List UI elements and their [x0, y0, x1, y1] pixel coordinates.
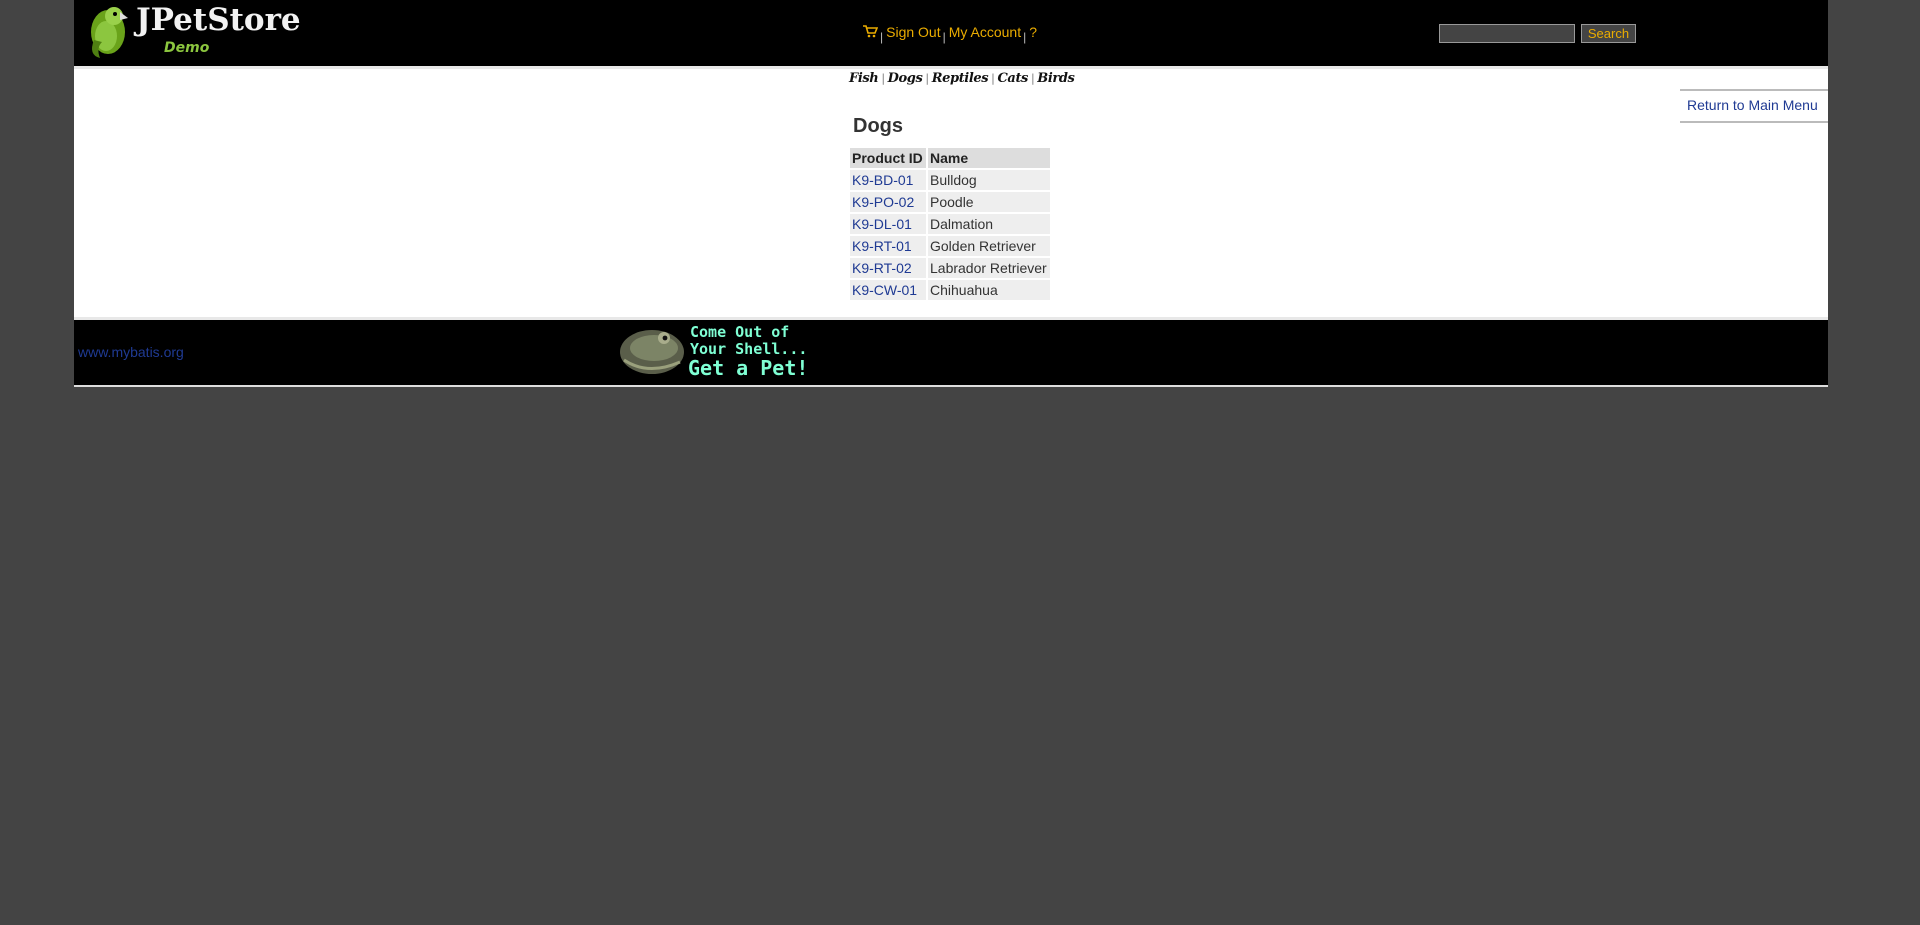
banner-line-3: Get a Pet!	[688, 356, 808, 380]
product-id-link[interactable]: K9-RT-02	[852, 260, 912, 276]
table-header-row: Product ID Name	[850, 148, 1050, 168]
table-row: K9-CW-01 Chihuahua	[850, 280, 1050, 300]
quicklink-dogs[interactable]: Dogs	[888, 71, 923, 86]
product-id-cell: K9-PO-02	[850, 192, 926, 212]
catalog: Dogs Product ID Name K9-BD-01 Bulldog K9…	[850, 115, 1052, 302]
menu-separator: |	[880, 30, 884, 44]
cart-icon	[863, 24, 879, 38]
table-row: K9-BD-01 Bulldog	[850, 170, 1050, 190]
product-table: Product ID Name K9-BD-01 Bulldog K9-PO-0…	[848, 146, 1052, 302]
mybatis-link[interactable]: www.mybatis.org	[78, 344, 184, 360]
product-id-cell: K9-CW-01	[850, 280, 926, 300]
quicklink-separator: |	[1030, 72, 1035, 85]
logo-text: JPetStore	[133, 2, 301, 38]
search-button[interactable]: Search	[1580, 24, 1637, 43]
product-name-cell: Golden Retriever	[928, 236, 1050, 256]
product-id-link[interactable]: K9-DL-01	[852, 216, 912, 232]
product-name-cell: Labrador Retriever	[928, 258, 1050, 278]
quicklink-separator: |	[991, 72, 995, 85]
column-header-product-id: Product ID	[850, 148, 926, 168]
header-menu: | Sign Out | My Account |?	[862, 24, 1037, 44]
quicklink-separator: |	[881, 72, 885, 85]
quicklink-cats[interactable]: Cats	[997, 71, 1028, 86]
product-name-cell: Dalmation	[928, 214, 1050, 234]
menu-separator: |	[1023, 30, 1027, 44]
page: JPetStore Demo | Sign Out | My Account |? Se…	[74, 0, 1828, 387]
category-title: Dogs	[853, 115, 903, 137]
menu-separator: |	[942, 30, 946, 44]
search-input[interactable]	[1439, 24, 1575, 43]
logo-subtext: Demo	[164, 40, 210, 56]
header: JPetStore Demo | Sign Out | My Account |? Se…	[74, 0, 1828, 69]
help-link[interactable]: ?	[1029, 24, 1037, 40]
product-name-cell: Poodle	[928, 192, 1050, 212]
content: Fish | Dogs | Reptiles | Cats | Birds Return to …	[74, 69, 1828, 317]
table-row: K9-RT-01 Golden Retriever	[850, 236, 1050, 256]
search-form: Search	[1439, 24, 1637, 43]
parrot-logo-icon: JPetStore Demo	[91, 2, 301, 58]
my-account-link[interactable]: My Account	[949, 24, 1021, 40]
product-name-cell: Chihuahua	[928, 280, 1050, 300]
frog-banner-icon: Come Out of Your Shell... Get a Pet!	[620, 323, 808, 380]
quicklink-fish[interactable]: Fish	[849, 71, 879, 86]
product-id-cell: K9-DL-01	[850, 214, 926, 234]
table-row: K9-RT-02 Labrador Retriever	[850, 258, 1050, 278]
quicklink-birds[interactable]: Birds	[1037, 71, 1075, 86]
table-row: K9-PO-02 Poodle	[850, 192, 1050, 212]
quicklinks: Fish | Dogs | Reptiles | Cats | Birds	[849, 71, 1075, 86]
product-id-cell: K9-RT-02	[850, 258, 926, 278]
product-id-cell: K9-RT-01	[850, 236, 926, 256]
product-id-link[interactable]: K9-CW-01	[852, 282, 917, 298]
quicklink-reptiles[interactable]: Reptiles	[932, 71, 989, 86]
product-id-cell: K9-BD-01	[850, 170, 926, 190]
back-link-box: Return to Main Menu	[1680, 89, 1828, 123]
logo-link[interactable]: JPetStore Demo	[84, 0, 304, 62]
column-header-name: Name	[928, 148, 1050, 168]
quicklink-separator: |	[925, 72, 929, 85]
footer: www.mybatis.org Come Out of Your Shell..…	[74, 317, 1828, 387]
product-name-cell: Bulldog	[928, 170, 1050, 190]
return-to-main-menu-link[interactable]: Return to Main Menu	[1687, 97, 1818, 113]
product-id-link[interactable]: K9-RT-01	[852, 238, 912, 254]
banner-line-1: Come Out of	[690, 323, 789, 341]
product-id-link[interactable]: K9-BD-01	[852, 172, 913, 188]
cart-link[interactable]	[862, 24, 879, 41]
table-row: K9-DL-01 Dalmation	[850, 214, 1050, 234]
product-id-link[interactable]: K9-PO-02	[852, 194, 914, 210]
banner: Come Out of Your Shell... Get a Pet!	[618, 320, 828, 385]
sign-out-link[interactable]: Sign Out	[886, 24, 940, 40]
